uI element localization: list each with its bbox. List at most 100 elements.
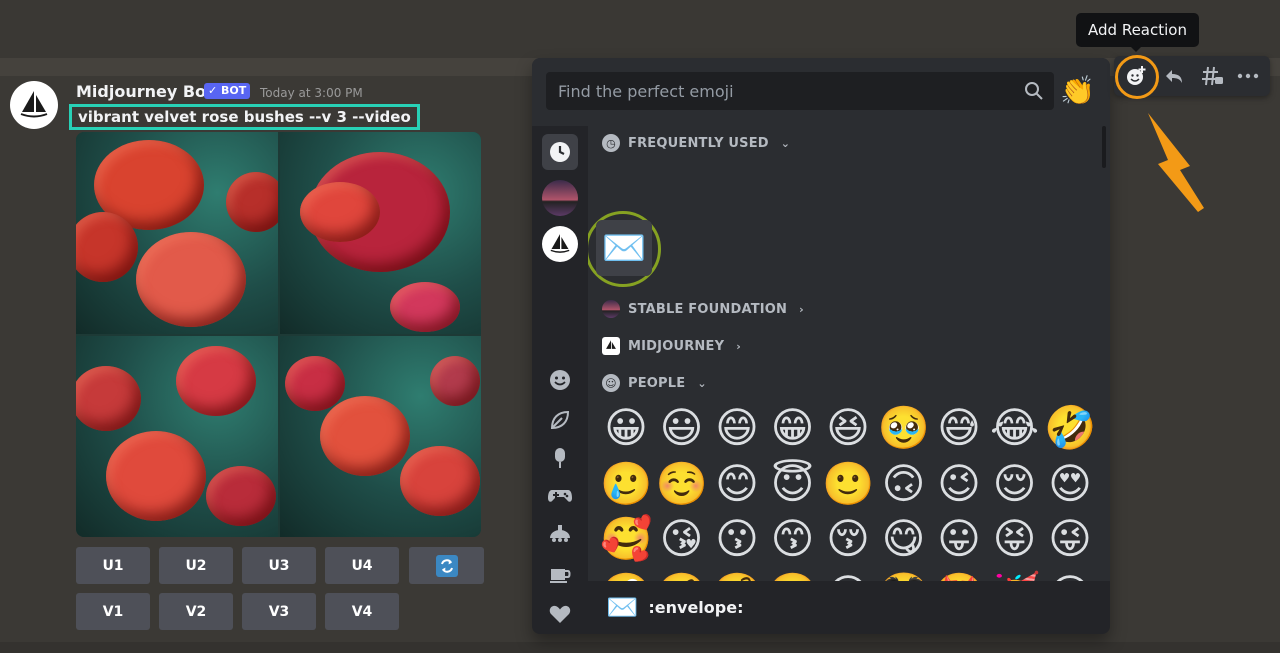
emoji-people-item[interactable]: ☺️ [656,459,708,508]
emoji-people-item[interactable]: 🥲 [600,459,652,508]
refresh-icon [435,554,458,577]
section-people[interactable]: ☺ PEOPLE ⌄ [602,374,707,392]
midjourney-boat-icon [550,234,570,253]
clap-icon[interactable]: 👏 [1060,74,1095,108]
grid-image-1[interactable] [76,132,278,334]
midjourney-server-icon[interactable] [542,226,578,262]
clock-icon: ◷ [602,134,620,152]
grid-image-4[interactable] [279,335,481,537]
emoji-search[interactable] [546,72,1054,110]
thread-icon [1202,66,1223,86]
timestamp: Today at 3:00 PM [260,86,363,100]
grid-image-2[interactable] [279,132,481,334]
popsicle-icon [555,448,565,468]
section-label: PEOPLE [628,375,686,391]
emoji-people-item[interactable]: 😇 [767,459,819,508]
chat-bottom-strip [0,642,1280,653]
section-label: FREQUENTLY USED [628,135,769,151]
vehicle-icon [550,525,570,542]
emoji-people-item[interactable]: 😛 [933,515,985,563]
preview-label: :envelope: [648,598,744,617]
emoji-people-item[interactable]: 🧐 [711,570,763,581]
emoji-people-item[interactable]: 🤪 [600,570,652,581]
picker-scrollbar[interactable] [1102,126,1106,168]
emoji-people-item[interactable]: 😊 [711,459,763,508]
emoji-people-item[interactable]: 😁 [767,404,819,452]
username[interactable]: Midjourney Bot [76,82,214,101]
emoji-people-item[interactable]: 🙃 [878,459,930,508]
smiley-icon: ☺ [602,374,620,392]
emoji-people-item[interactable]: 😋 [878,515,930,563]
emoji-people-item[interactable]: 🥰 [600,515,652,563]
stable-foundation-server-icon[interactable] [542,180,578,216]
emoji-people-item[interactable]: 🥸 [878,570,930,581]
emoji-people-item[interactable]: 😂 [989,404,1041,452]
u3-button[interactable]: U3 [242,547,316,584]
emoji-people-item[interactable]: 😘 [656,515,708,563]
v3-button[interactable]: V3 [242,593,316,630]
emoji-people-item[interactable]: 😏 [1044,570,1096,581]
section-label: STABLE FOUNDATION [628,301,788,317]
emoji-people-item[interactable]: 😉 [933,459,985,508]
recent-category-button[interactable] [542,134,578,170]
more-icon [1237,73,1259,79]
emoji-people-item[interactable]: 🤩 [933,570,985,581]
emoji-picker: 👏 [532,58,1110,634]
emoji-people-item[interactable]: 🙂 [822,459,874,508]
v4-button[interactable]: V4 [325,593,399,630]
preview-emoji: ✉️ [606,592,639,623]
emoji-search-input[interactable] [546,72,1054,110]
create-thread-button[interactable] [1196,60,1228,92]
emoji-envelope[interactable]: ✉️ [596,220,652,276]
emoji-people-item[interactable]: 😝 [989,515,1041,563]
symbols-category-button[interactable] [542,596,578,632]
emoji-people-item[interactable]: 😆 [822,404,874,452]
emoji-people-item[interactable]: 😍 [1044,459,1096,508]
emoji-people-item[interactable]: 😎 [822,570,874,581]
midjourney-boat-icon [602,337,620,355]
emoji-people-item[interactable]: 🥹 [878,404,930,452]
objects-category-button[interactable] [542,556,578,592]
emoji-people-item[interactable]: 🤨 [656,570,708,581]
emoji-people-item[interactable]: 😜 [1044,515,1096,563]
food-category-button[interactable] [542,440,578,476]
more-button[interactable] [1232,60,1264,92]
emoji-people-item[interactable]: 🥳 [989,570,1041,581]
people-category-button[interactable] [542,362,578,398]
emoji-people-item[interactable]: 🤣 [1044,404,1096,452]
stable-foundation-server-icon [602,300,620,318]
section-midjourney[interactable]: MIDJOURNEY › [602,337,741,355]
avatar[interactable] [10,81,58,129]
emoji-people-item[interactable]: 😙 [767,515,819,563]
v1-button[interactable]: V1 [76,593,150,630]
reroll-button[interactable] [409,547,484,584]
leaf-icon [550,410,570,430]
activity-category-button[interactable] [542,478,578,514]
travel-category-button[interactable] [542,516,578,552]
emoji-people-item[interactable]: 😗 [711,515,763,563]
section-frequently-used[interactable]: ◷ FREQUENTLY USED ⌄ [602,134,790,152]
category-rail [532,126,588,634]
nature-category-button[interactable] [542,402,578,438]
chevron-right-icon: › [736,339,741,353]
add-reaction-highlight [1115,55,1159,99]
grid-image-3[interactable] [76,335,278,537]
section-label: MIDJOURNEY [628,338,725,354]
emoji-people-item[interactable]: 😃 [656,404,708,452]
image-grid[interactable] [76,132,481,537]
emoji-people-item[interactable]: 🤓 [767,570,819,581]
v2-button[interactable]: V2 [159,593,233,630]
section-stable-foundation[interactable]: STABLE FOUNDATION › [602,300,804,318]
emoji-people-item[interactable]: 😅 [933,404,985,452]
search-icon [1025,82,1043,100]
emoji-people-item[interactable]: 😄 [711,404,763,452]
u2-button[interactable]: U2 [159,547,233,584]
emoji-people-item[interactable]: 😚 [822,515,874,563]
chevron-down-icon: ⌄ [697,376,707,390]
u1-button[interactable]: U1 [76,547,150,584]
emoji-people-item[interactable]: 😌 [989,459,1041,508]
emoji-people-item[interactable]: 😀 [600,404,652,452]
u4-button[interactable]: U4 [325,547,399,584]
reply-button[interactable] [1158,60,1190,92]
prompt-text: vibrant velvet rose bushes --v 3 --video [69,104,420,130]
